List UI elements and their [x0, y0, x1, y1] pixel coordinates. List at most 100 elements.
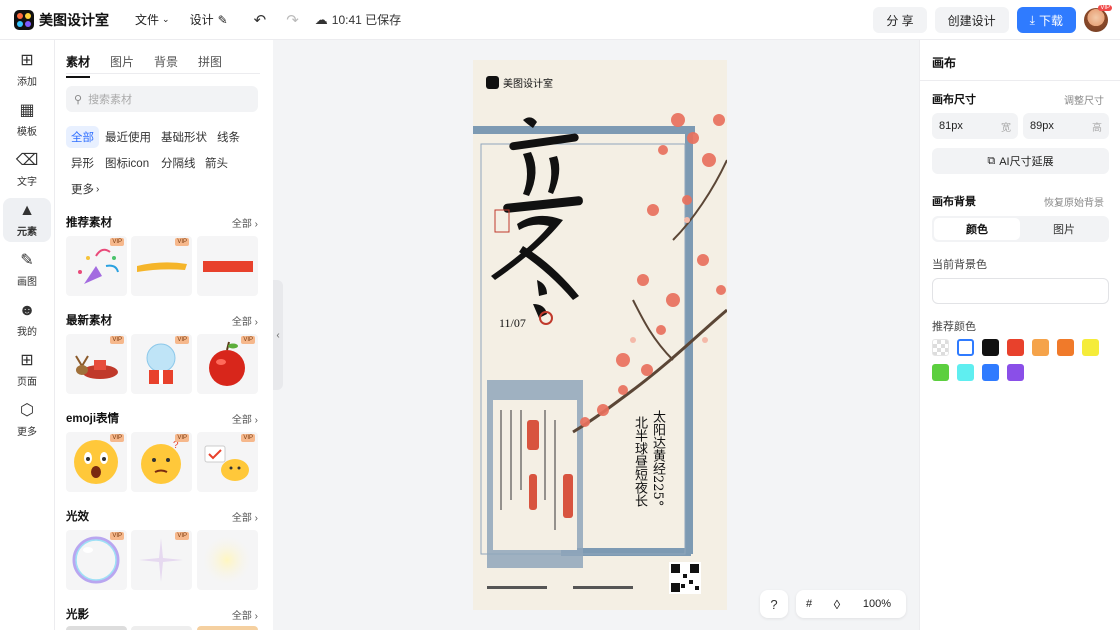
color-swatch[interactable] — [1057, 339, 1074, 356]
color-swatch[interactable] — [957, 339, 974, 356]
vip-badge: VIP — [110, 532, 124, 540]
filter-irregular[interactable]: 异形 — [66, 152, 99, 174]
download-button[interactable]: ⤓ 下载 — [1016, 7, 1076, 33]
see-all-link[interactable]: 全部 › — [232, 215, 258, 230]
filter-more[interactable]: 更多 › — [66, 178, 104, 200]
material-thumb[interactable]: VIP — [66, 530, 127, 590]
rail-item-mine[interactable]: ☻ 我的 — [3, 298, 51, 342]
tab-images[interactable]: 图片 — [110, 53, 134, 70]
color-swatch[interactable] — [1082, 339, 1099, 356]
redo-icon[interactable]: ↷ — [286, 11, 299, 29]
design-menu-label: 设计 — [189, 13, 214, 27]
rail-item-elements[interactable]: ▲ 元素 — [3, 198, 51, 242]
user-icon: ☻ — [18, 302, 36, 319]
share-button[interactable]: 分 享 — [873, 7, 927, 33]
rail-label: 更多 — [17, 427, 37, 438]
reset-bg-link[interactable]: 恢复原始背景 — [1044, 194, 1104, 209]
avatar[interactable]: VIP — [1084, 5, 1112, 32]
color-swatch[interactable] — [1007, 364, 1024, 381]
file-menu[interactable]: 文件 ⌄ — [135, 11, 170, 28]
vip-badge: VIP — [175, 238, 189, 246]
vip-badge: VIP — [241, 336, 255, 344]
search-icon: ⚲ — [74, 93, 83, 106]
see-all-link[interactable]: 全部 › — [232, 607, 258, 622]
color-swatch[interactable] — [932, 364, 949, 381]
zoom-level[interactable]: 100% — [852, 598, 902, 610]
width-field[interactable]: 81px 宽 — [932, 113, 1018, 139]
app-name: 美图设计室 — [39, 11, 109, 28]
rail-item-template[interactable]: ▦ 模板 — [3, 98, 51, 142]
help-button[interactable]: ? — [760, 590, 788, 618]
rail-item-page[interactable]: ⊞ 页面 — [3, 348, 51, 392]
filter-more-label: 更多 — [71, 184, 94, 196]
create-design-button[interactable]: 创建设计 — [934, 7, 1009, 33]
tab-image[interactable]: 图片 — [1021, 218, 1107, 240]
material-thumb[interactable] — [197, 530, 258, 590]
brand-logo-icon — [486, 76, 499, 89]
color-swatch[interactable] — [1007, 339, 1024, 356]
undo-icon[interactable]: ↶ — [254, 11, 267, 29]
color-swatch[interactable] — [957, 364, 974, 381]
tab-backgrounds[interactable]: 背景 — [154, 53, 178, 70]
filter-dividers[interactable]: 分隔线 — [156, 152, 201, 174]
color-swatch[interactable] — [982, 364, 999, 381]
rail-item-add[interactable]: ⊞ 添加 — [3, 48, 51, 92]
material-thumb[interactable] — [131, 626, 192, 630]
collapse-panel-button[interactable]: ‹ — [273, 280, 283, 390]
ai-extend-button[interactable]: ⧉ AI尺寸延展 — [932, 148, 1109, 174]
page-add-icon: ⊞ — [20, 352, 34, 369]
vip-badge: VIP — [110, 238, 124, 246]
tab-materials[interactable]: 素材 — [66, 53, 91, 78]
material-thumb[interactable]: VIP — [66, 236, 127, 296]
design-menu[interactable]: 设计 ✎ — [190, 11, 228, 28]
top-bar: 美图设计室 文件 ⌄ 设计 ✎ ↶ ↷ ☁ 10:41 已保存 分 享 创建设计 ⤓… — [0, 0, 1120, 40]
see-all-link[interactable]: 全部 › — [232, 313, 258, 328]
tab-collage[interactable]: 拼图 — [198, 53, 222, 70]
tab-color[interactable]: 颜色 — [934, 218, 1020, 240]
bg-type-toggle: 颜色 图片 — [932, 216, 1109, 242]
height-field[interactable]: 89px 高 — [1023, 113, 1109, 139]
material-thumb[interactable]: VIP — [197, 432, 258, 492]
adjust-size-link[interactable]: 调整尺寸 — [1064, 92, 1104, 107]
see-all-label: 全部 — [231, 611, 252, 622]
cube-icon: ⬡ — [20, 402, 34, 419]
width-unit: 宽 — [1001, 122, 1011, 134]
save-status-text: 10:41 已保存 — [331, 13, 402, 27]
rail-item-draw[interactable]: ✎ 画图 — [3, 248, 51, 292]
material-thumb[interactable] — [66, 626, 127, 630]
search-input[interactable]: ⚲ 搜索素材 — [66, 86, 258, 112]
material-thumb[interactable] — [197, 236, 258, 296]
material-thumb[interactable]: ? VIP — [131, 432, 192, 492]
color-swatch[interactable] — [982, 339, 999, 356]
filter-all[interactable]: 全部 — [66, 126, 99, 148]
filter-arrows[interactable]: 箭头 — [200, 152, 233, 174]
see-all-link[interactable]: 全部 › — [232, 509, 258, 524]
rail-item-more[interactable]: ⬡ 更多 — [3, 398, 51, 442]
color-swatch[interactable] — [1032, 339, 1049, 356]
current-bg-color[interactable] — [932, 278, 1109, 304]
material-thumb[interactable]: VIP — [131, 236, 192, 296]
material-thumb[interactable]: VIP — [131, 334, 192, 394]
filter-basic-shapes[interactable]: 基础形状 — [156, 126, 212, 148]
poster-canvas[interactable]: 美图设计室 立冬 11/07 太阳达黄经225° 北半球昼短夜长 — [473, 60, 727, 610]
filter-icons[interactable]: 图标icon — [100, 152, 154, 174]
see-all-label: 全部 — [231, 415, 252, 426]
filter-recent[interactable]: 最近使用 — [100, 126, 156, 148]
material-thumb[interactable]: VIP — [131, 530, 192, 590]
rail-item-text[interactable]: ⌫ 文字 — [3, 148, 51, 192]
filter-lines[interactable]: 线条 — [212, 126, 245, 148]
rail-label: 画图 — [17, 277, 37, 288]
color-swatch[interactable] — [932, 339, 949, 356]
layers-icon[interactable]: ◊ — [822, 597, 852, 612]
poster-brand-text: 美图设计室 — [503, 79, 553, 90]
material-thumb[interactable]: VIP — [197, 334, 258, 394]
rail-label: 页面 — [17, 377, 37, 388]
app-logo[interactable]: 美图设计室 — [14, 9, 109, 30]
grid-icon[interactable]: # — [796, 598, 822, 610]
left-rail: ⊞ 添加 ▦ 模板 ⌫ 文字 ▲ 元素 ✎ 画图 ☻ 我的 ⊞ 页面 ⬡ 更多 — [0, 40, 55, 630]
material-thumb[interactable]: VIP — [66, 334, 127, 394]
material-thumb[interactable]: VIP — [66, 432, 127, 492]
see-all-link[interactable]: 全部 › — [232, 411, 258, 426]
poster-line-1: 太阳达黄经225° — [650, 410, 665, 507]
material-thumb[interactable] — [197, 626, 258, 630]
